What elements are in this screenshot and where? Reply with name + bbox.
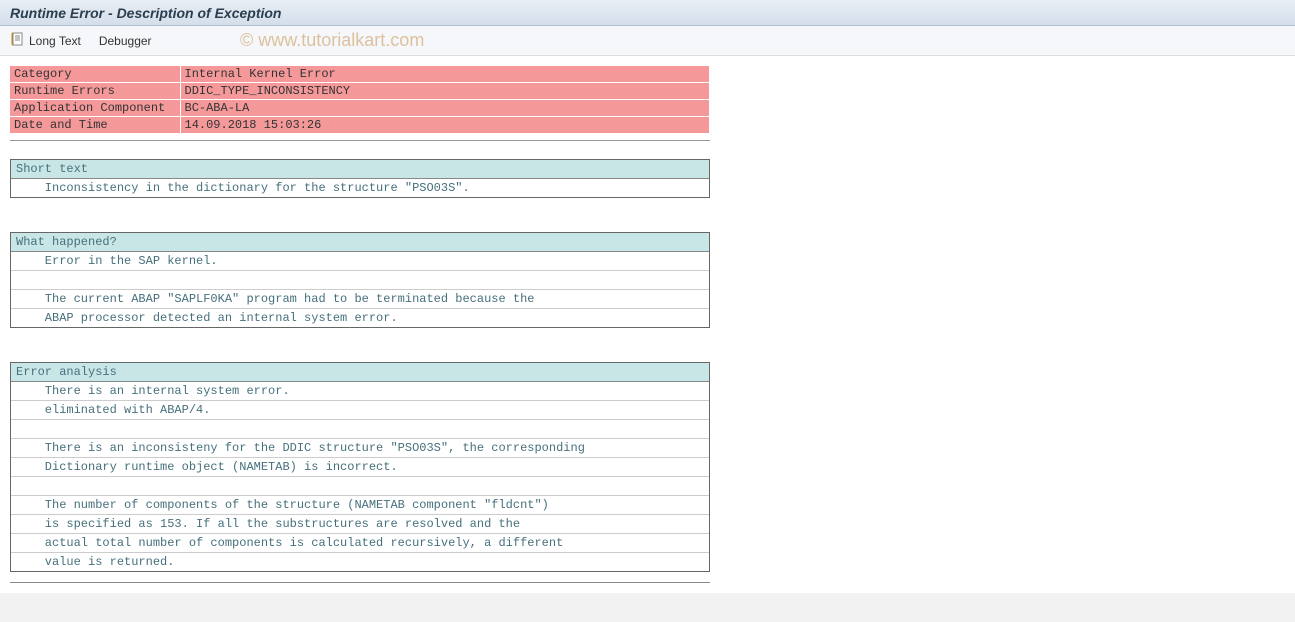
- info-label: Runtime Errors: [10, 83, 180, 100]
- short-text-body: Inconsistency in the dictionary for the …: [11, 179, 709, 197]
- section-line: The number of components of the structur…: [11, 496, 709, 515]
- section-line: [11, 420, 709, 439]
- section-line: There is an inconsisteny for the DDIC st…: [11, 439, 709, 458]
- section-line: Error in the SAP kernel.: [11, 252, 709, 271]
- long-text-button[interactable]: Long Text: [10, 31, 81, 50]
- title-bar: Runtime Error - Description of Exception: [0, 0, 1295, 26]
- section-line: ABAP processor detected an internal syst…: [11, 309, 709, 327]
- section-line: Inconsistency in the dictionary for the …: [11, 179, 709, 197]
- section-line: There is an internal system error.: [11, 382, 709, 401]
- info-label: Date and Time: [10, 117, 180, 134]
- info-value: Internal Kernel Error: [180, 66, 710, 83]
- short-text-section: Short text Inconsistency in the dictiona…: [10, 159, 710, 198]
- info-label: Application Component: [10, 100, 180, 117]
- debugger-button[interactable]: Debugger: [99, 34, 152, 48]
- what-happened-section: What happened? Error in the SAP kernel. …: [10, 232, 710, 328]
- divider: [10, 140, 710, 141]
- toolbar: Long Text Debugger: [0, 26, 1295, 56]
- section-line: The current ABAP "SAPLF0KA" program had …: [11, 290, 709, 309]
- info-label: Category: [10, 66, 180, 83]
- info-row: Date and Time14.09.2018 15:03:26: [10, 117, 710, 134]
- section-line: [11, 271, 709, 290]
- error-analysis-section: Error analysis There is an internal syst…: [10, 362, 710, 572]
- window-title: Runtime Error - Description of Exception: [10, 5, 281, 21]
- error-analysis-body: There is an internal system error. elimi…: [11, 382, 709, 571]
- info-value: DDIC_TYPE_INCONSISTENCY: [180, 83, 710, 100]
- what-happened-header: What happened?: [11, 233, 709, 252]
- info-row: Application ComponentBC-ABA-LA: [10, 100, 710, 117]
- section-line: eliminated with ABAP/4.: [11, 401, 709, 420]
- document-icon: [10, 31, 26, 50]
- info-value: BC-ABA-LA: [180, 100, 710, 117]
- section-line: [11, 477, 709, 496]
- long-text-label: Long Text: [29, 34, 81, 48]
- section-line: actual total number of components is cal…: [11, 534, 709, 553]
- what-happened-body: Error in the SAP kernel. The current ABA…: [11, 252, 709, 327]
- info-row: CategoryInternal Kernel Error: [10, 66, 710, 83]
- section-line: value is returned.: [11, 553, 709, 571]
- info-row: Runtime ErrorsDDIC_TYPE_INCONSISTENCY: [10, 83, 710, 100]
- info-value: 14.09.2018 15:03:26: [180, 117, 710, 134]
- section-line: Dictionary runtime object (NAMETAB) is i…: [11, 458, 709, 477]
- section-line: is specified as 153. If all the substruc…: [11, 515, 709, 534]
- bottom-divider: [10, 582, 710, 583]
- content-area: CategoryInternal Kernel ErrorRuntime Err…: [0, 56, 1295, 593]
- short-text-header: Short text: [11, 160, 709, 179]
- error-info-table: CategoryInternal Kernel ErrorRuntime Err…: [10, 66, 710, 134]
- error-analysis-header: Error analysis: [11, 363, 709, 382]
- debugger-label: Debugger: [99, 34, 152, 48]
